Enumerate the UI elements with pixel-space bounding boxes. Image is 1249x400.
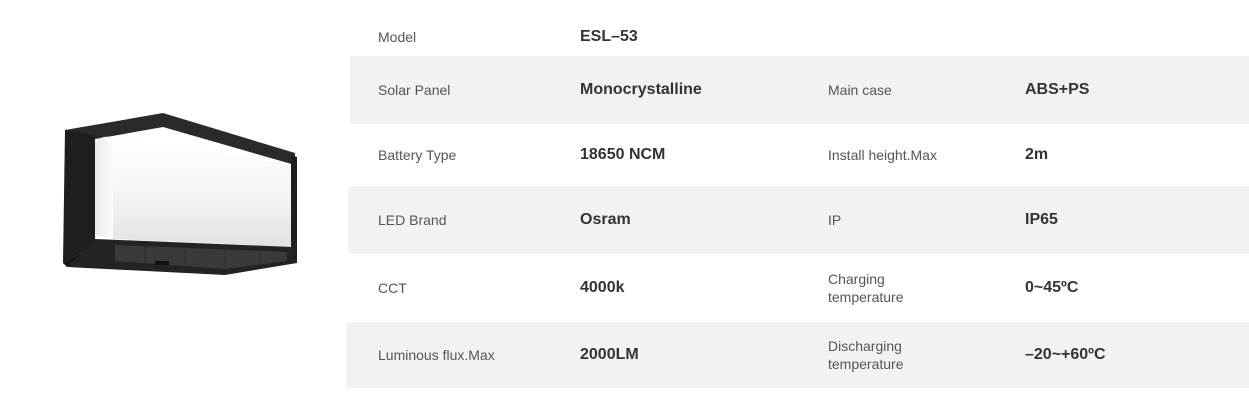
spec-label: CCT bbox=[378, 280, 407, 296]
spec-value: Osram bbox=[580, 211, 631, 228]
spec-label: Solar Panel bbox=[378, 82, 451, 98]
spec-table: Model ESL–53 Solar Panel Monocrystalline… bbox=[0, 0, 1249, 400]
spec-row-model: Model ESL–53 bbox=[350, 18, 1249, 56]
spec-value: ABS+PS bbox=[1025, 81, 1090, 98]
spec-row: CCT 4000k Charging temperature 0~45ºC bbox=[348, 254, 1249, 322]
spec-value: IP65 bbox=[1025, 211, 1058, 228]
spec-value: –20~+60ºC bbox=[1025, 346, 1106, 363]
spec-label: IP bbox=[828, 212, 842, 228]
spec-value: 0~45ºC bbox=[1025, 279, 1079, 296]
spec-row: Solar Panel Monocrystalline Main case AB… bbox=[350, 56, 1249, 124]
spec-value: 2000LM bbox=[580, 346, 639, 363]
spec-label: Install height.Max bbox=[828, 147, 937, 163]
spec-label: LED Brand bbox=[378, 212, 447, 228]
spec-row: LED Brand Osram IP IP65 bbox=[348, 186, 1249, 254]
spec-value: 18650 NCM bbox=[580, 146, 666, 163]
spec-value: 4000k bbox=[580, 279, 625, 296]
spec-label: Charging temperature bbox=[828, 271, 904, 305]
spec-row: Battery Type 18650 NCM Install height.Ma… bbox=[350, 124, 1249, 186]
spec-value: 2m bbox=[1025, 146, 1049, 163]
spec-label: Main case bbox=[828, 82, 892, 98]
spec-label: Discharging temperature bbox=[828, 338, 904, 372]
model-value: ESL–53 bbox=[580, 28, 638, 45]
spec-row: Luminous flux.Max 2000LM Discharging tem… bbox=[346, 322, 1249, 388]
model-label: Model bbox=[378, 29, 417, 45]
product-spec-page: Model ESL–53 Solar Panel Monocrystalline… bbox=[0, 0, 1249, 400]
spec-label: Battery Type bbox=[378, 147, 457, 163]
spec-value: Monocrystalline bbox=[580, 81, 702, 98]
spec-label: Luminous flux.Max bbox=[378, 347, 495, 363]
